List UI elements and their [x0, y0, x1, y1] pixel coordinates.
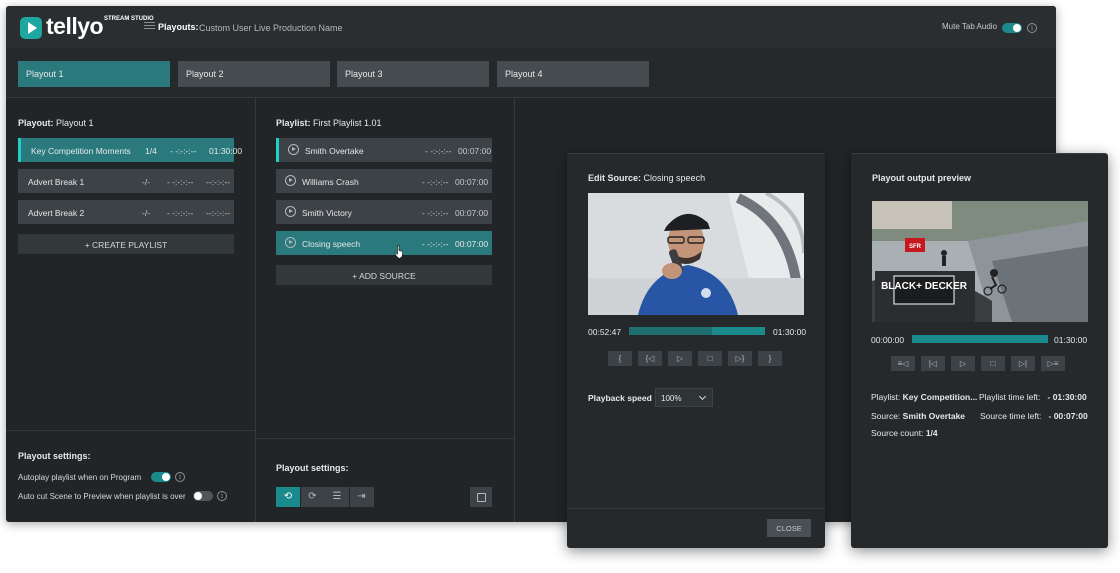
playlist-settings-area: Playout settings: ⟲ ⟳ ☰ ⇥	[256, 438, 514, 522]
tab-playout-4[interactable]: Playout 4	[497, 61, 649, 87]
edit-current-time: 00:52:47	[588, 327, 622, 337]
autocut-label: Auto cut Scene to Preview when playlist …	[18, 492, 186, 501]
preview-current-time: 00:00:00	[871, 335, 905, 345]
stop-icon[interactable]: □	[698, 351, 722, 366]
mouse-pointer-icon	[394, 245, 404, 259]
playout-title: Playout: Playout 1	[18, 118, 94, 128]
go-to-in-icon[interactable]: {◁	[638, 351, 662, 366]
tab-playout-2[interactable]: Playout 2	[178, 61, 330, 87]
source-item[interactable]: Williams Crash - -:-:-:-- 00:07:00	[276, 169, 492, 193]
preview-progress-bar[interactable]	[912, 335, 1048, 343]
source-item[interactable]: Closing speech - -:-:-:-- 00:07:00	[276, 231, 492, 259]
playlist-column: Playlist: First Playlist 1.01 Smith Over…	[256, 98, 515, 522]
close-button[interactable]: CLOSE	[767, 519, 811, 537]
banner-text: BLACK+ DECKER	[881, 281, 968, 292]
play-circle-icon[interactable]	[285, 206, 296, 217]
playout-preview-panel: Playout output preview BLACK+ DECKER SFR	[851, 153, 1108, 548]
logo-play-icon	[20, 16, 42, 39]
logo-text: tellyo	[46, 13, 104, 39]
preview-playlist-time-row: Playlist time left: - 01:30:00	[979, 392, 1087, 402]
list-next-icon[interactable]: ☰	[325, 487, 349, 507]
play-circle-icon[interactable]	[288, 144, 299, 155]
tab-playout-1[interactable]: Playout 1	[18, 61, 170, 87]
top-bar: tellyo STREAM STUDIO Playouts: Custom Us…	[6, 6, 1056, 48]
edit-transport-controls: { {◁ ▷ □ ▷} }	[608, 351, 788, 366]
edit-progress-bar[interactable]	[629, 327, 765, 335]
mute-tab-audio-toggle[interactable]	[1002, 23, 1022, 33]
preview-transport-controls: ≡◁ |◁ ▷ □ ▷| ▷≡	[891, 356, 1071, 371]
edit-end-time: 01:30:00	[773, 327, 807, 337]
create-playlist-button[interactable]: + CREATE PLAYLIST	[18, 234, 234, 254]
playouts-label: Playouts:	[158, 22, 199, 32]
preview-source-count-row: Source count: 1/4	[871, 428, 938, 438]
play-icon[interactable]: ▷	[951, 356, 975, 371]
playlist-title: Playlist: First Playlist 1.01	[276, 118, 382, 128]
preview-title: Playout output preview	[872, 173, 972, 183]
preview-source-time-row: Source time left: - 00:07:00	[980, 411, 1088, 421]
next-playlist-icon[interactable]: ▷≡	[1041, 356, 1065, 371]
info-icon[interactable]: i	[1027, 23, 1037, 33]
autocut-toggle[interactable]	[193, 491, 213, 501]
playback-mode-group: ⟲ ⟳ ☰ ⇥	[276, 487, 374, 507]
edit-panel-footer: CLOSE	[567, 508, 825, 548]
source-video[interactable]	[588, 193, 804, 315]
play-circle-icon[interactable]	[285, 237, 296, 248]
add-source-button[interactable]: + ADD SOURCE	[276, 265, 492, 285]
source-item[interactable]: Smith Overtake - -:-:-:-- 00:07:00	[276, 138, 492, 162]
mark-out-icon[interactable]: }	[758, 351, 782, 366]
singer-video-frame	[588, 193, 804, 315]
playout-tabs: Playout 1 Playout 2 Playout 3 Playout 4	[6, 48, 1056, 98]
go-to-out-icon[interactable]: ▷}	[728, 351, 752, 366]
edit-source-title: Edit Source: Closing speech	[588, 173, 706, 183]
playout-column: Playout: Playout 1 Key Competition Momen…	[6, 98, 256, 522]
playouts-menu-icon[interactable]	[144, 22, 155, 32]
mute-tab-audio-label: Mute Tab Audio	[942, 22, 998, 31]
bmx-video-frame: BLACK+ DECKER SFR	[872, 201, 1088, 322]
chevron-down-icon	[698, 392, 707, 401]
playback-speed-select[interactable]: 100%	[655, 388, 713, 407]
preview-video[interactable]: BLACK+ DECKER SFR	[872, 201, 1088, 322]
edit-source-panel: Edit Source: Closing speech 00:52:47 01:…	[567, 153, 825, 548]
info-icon[interactable]: i	[175, 472, 185, 482]
playback-speed-label: Playback speed	[588, 393, 652, 403]
info-icon[interactable]: i	[217, 491, 227, 501]
tab-playout-3[interactable]: Playout 3	[337, 61, 489, 87]
play-icon[interactable]: ▷	[668, 351, 692, 366]
production-name: Custom User Live Production Name	[199, 23, 343, 33]
mark-in-icon[interactable]: {	[608, 351, 632, 366]
loop-icon[interactable]: ⟲	[276, 487, 300, 507]
preview-source-row: Source: Smith Overtake	[871, 411, 966, 421]
playlist-item[interactable]: Key Competition Moments 1/4 - -:-:-:-- 0…	[18, 138, 242, 162]
preview-end-time: 01:30:00	[1054, 335, 1088, 345]
logo[interactable]: tellyo STREAM STUDIO	[20, 13, 154, 41]
autoplay-toggle[interactable]	[151, 472, 171, 482]
sfr-logo-text: SFR	[909, 244, 922, 250]
preview-playlist-row: Playlist: Key Competition...	[871, 392, 978, 402]
stop-square-icon[interactable]	[470, 487, 492, 507]
previous-playlist-icon[interactable]: ≡◁	[891, 356, 915, 371]
stage: tellyo STREAM STUDIO Playouts: Custom Us…	[0, 0, 1120, 573]
autoplay-label: Autoplay playlist when on Program	[18, 473, 142, 482]
play-circle-icon[interactable]	[285, 175, 296, 186]
skip-to-end-icon[interactable]: ⇥	[349, 487, 374, 507]
playlist-item[interactable]: Advert Break 1 -/- - -:-:-:-- --:-:-:--	[18, 169, 234, 193]
source-item[interactable]: Smith Victory - -:-:-:-- 00:07:00	[276, 200, 492, 224]
playlist-settings-title: Playout settings:	[276, 463, 349, 473]
edit-progress-fill	[629, 327, 712, 335]
skip-back-icon[interactable]: |◁	[921, 356, 945, 371]
skip-forward-icon[interactable]: ▷|	[1011, 356, 1035, 371]
playlist-item[interactable]: Advert Break 2 -/- - -:-:-:-- --:-:-:--	[18, 200, 234, 224]
repeat-one-icon[interactable]: ⟳	[300, 487, 325, 507]
playout-settings-title: Playout settings:	[18, 451, 91, 461]
playout-settings-area: Playout settings: Autoplay playlist when…	[6, 430, 255, 522]
stop-icon[interactable]: □	[981, 356, 1005, 371]
